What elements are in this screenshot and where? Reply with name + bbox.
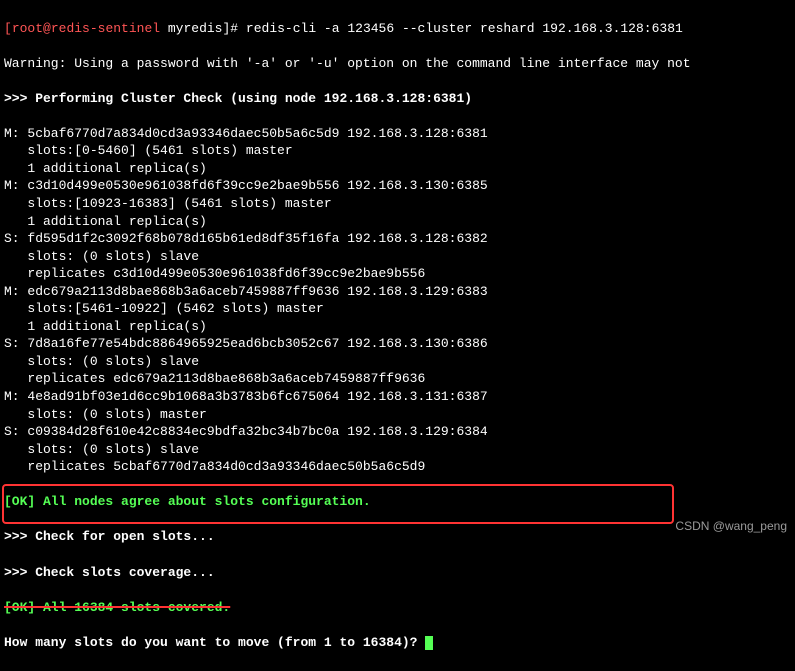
node-header-line: S: 7d8a16fe77e54bdc8864965925ead6bcb3052… [4, 335, 791, 353]
node-header-line: M: c3d10d499e0530e961038fd6f39cc9e2bae9b… [4, 177, 791, 195]
warning-line: Warning: Using a password with '-a' or '… [4, 55, 791, 73]
ok-covered-line: [OK] All 16384 slots covered. [4, 599, 791, 617]
node-extra-line: replicates edc679a2113d8bae868b3a6aceb74… [4, 370, 791, 388]
node-slots-line: slots: (0 slots) slave [4, 248, 791, 266]
cluster-check-header: >>> Performing Cluster Check (using node… [4, 90, 791, 108]
node-header-line: M: 4e8ad91bf03e1d6cc9b1068a3b3783b6fc675… [4, 388, 791, 406]
node-extra-line: replicates 5cbaf6770d7a834d0cd3a93346dae… [4, 458, 791, 476]
node-extra-line: 1 additional replica(s) [4, 318, 791, 336]
node-slots-line: slots: (0 slots) master [4, 406, 791, 424]
check-open-slots: >>> Check for open slots... [4, 528, 791, 546]
node-extra-line: 1 additional replica(s) [4, 160, 791, 178]
prompt-symbol: # [230, 21, 238, 36]
prompt-dir: myredis [168, 21, 223, 36]
node-slots-line: slots: (0 slots) slave [4, 353, 791, 371]
node-header-line: S: fd595d1f2c3092f68b078d165b61ed8df35f1… [4, 230, 791, 248]
watermark-text: CSDN @wang_peng [675, 518, 787, 534]
command-text: redis-cli -a 123456 --cluster reshard 19… [246, 21, 683, 36]
node-extra-line: replicates c3d10d499e0530e961038fd6f39cc… [4, 265, 791, 283]
node-header-line: M: 5cbaf6770d7a834d0cd3a93346daec50b5a6c… [4, 125, 791, 143]
ok-config-line: [OK] All nodes agree about slots configu… [4, 493, 791, 511]
node-extra-line: 1 additional replica(s) [4, 213, 791, 231]
node-slots-line: slots:[10923-16383] (5461 slots) master [4, 195, 791, 213]
prompt-host: redis-sentinel [51, 21, 160, 36]
question-line[interactable]: How many slots do you want to move (from… [4, 634, 791, 652]
node-slots-line: slots:[5461-10922] (5462 slots) master [4, 300, 791, 318]
node-header-line: M: edc679a2113d8bae868b3a6aceb7459887ff9… [4, 283, 791, 301]
terminal-output: [root@redis-sentinel myredis]# redis-cli… [0, 0, 795, 671]
question-text: How many slots do you want to move (from… [4, 635, 425, 650]
node-header-line: S: c09384d28f610e42c8834ec9bdfa32bc34b7b… [4, 423, 791, 441]
check-coverage: >>> Check slots coverage... [4, 564, 791, 582]
cursor-icon [425, 636, 433, 650]
prompt-line[interactable]: [root@redis-sentinel myredis]# redis-cli… [4, 20, 791, 38]
node-slots-line: slots:[0-5460] (5461 slots) master [4, 142, 791, 160]
prompt-user: root [12, 21, 43, 36]
node-slots-line: slots: (0 slots) slave [4, 441, 791, 459]
